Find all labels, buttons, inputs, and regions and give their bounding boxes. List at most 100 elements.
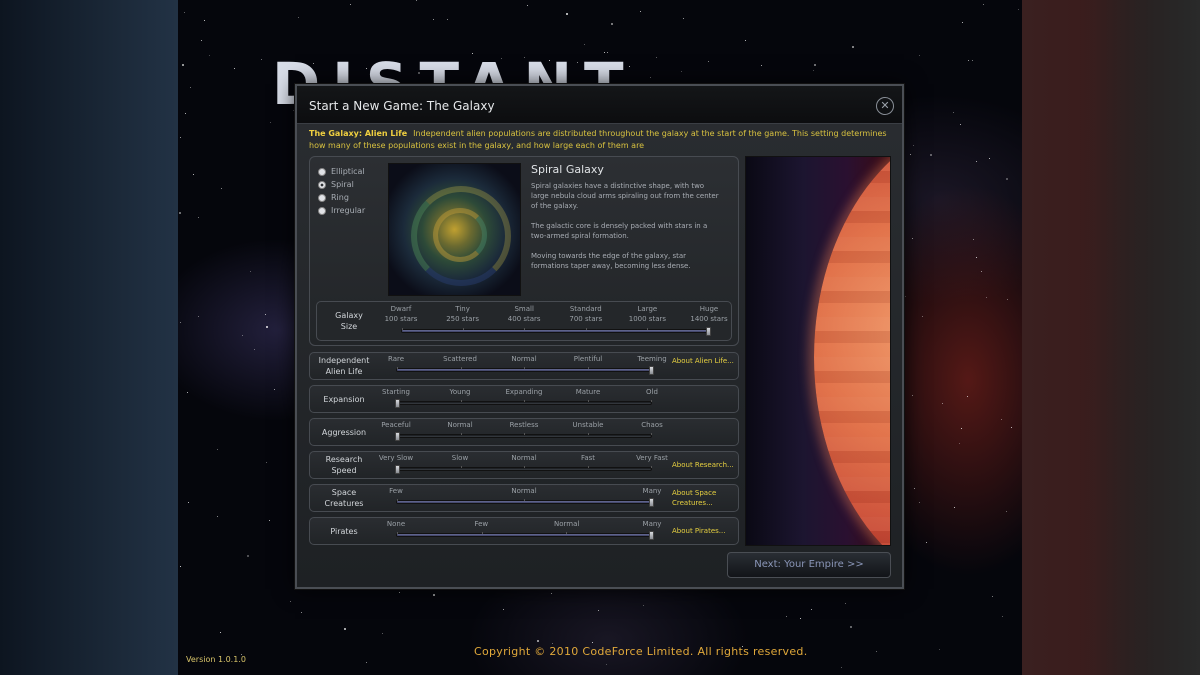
setting-option[interactable]: Normal: [430, 420, 490, 430]
star: [912, 395, 913, 396]
setting-option[interactable]: None: [366, 519, 426, 529]
setting-option[interactable]: Few: [366, 486, 426, 496]
radio-unselected-icon[interactable]: [318, 193, 326, 202]
setting-option[interactable]: Very Slow: [366, 453, 426, 463]
slider-track[interactable]: [395, 465, 652, 474]
star: [247, 555, 249, 557]
about-link[interactable]: About Alien Life...: [672, 356, 734, 366]
star: [180, 322, 181, 323]
setting-row-aggression: Aggression Peaceful Normal Restless Unstable…: [309, 418, 739, 446]
close-icon[interactable]: ✕: [876, 97, 894, 115]
galaxy-size-option[interactable]: Dwarf 100 stars: [371, 304, 431, 324]
galaxy-shape-radio-elliptical[interactable]: Elliptical: [318, 165, 365, 178]
radio-selected-icon[interactable]: [318, 180, 326, 189]
galaxy-shape-radio-ring[interactable]: Ring: [318, 191, 365, 204]
galaxy-size-option[interactable]: Standard 700 stars: [556, 304, 616, 324]
setting-row-research-speed: Research Speed Very Slow Slow Normal Fast Ver…: [309, 451, 739, 479]
slider-thumb[interactable]: [649, 498, 654, 507]
star: [841, 667, 842, 668]
setting-option[interactable]: Normal: [494, 486, 554, 496]
setting-option[interactable]: Starting: [366, 387, 426, 397]
setting-option[interactable]: Normal: [494, 453, 554, 463]
setting-option[interactable]: Restless: [494, 420, 554, 430]
setting-option[interactable]: Mature: [558, 387, 618, 397]
setting-option[interactable]: Expanding: [494, 387, 554, 397]
next-your-empire-button[interactable]: Next: Your Empire >>: [727, 552, 891, 578]
slider-thumb[interactable]: [395, 399, 400, 408]
galaxy-size-option[interactable]: Huge 1400 stars: [679, 304, 739, 324]
setting-option[interactable]: Slow: [430, 453, 490, 463]
star: [566, 13, 568, 15]
star: [814, 64, 816, 66]
slider-thumb[interactable]: [706, 327, 711, 336]
setting-option[interactable]: Old: [622, 387, 682, 397]
about-link[interactable]: About Research...: [672, 460, 734, 470]
star: [552, 643, 553, 644]
slider-track[interactable]: [396, 531, 654, 540]
star: [1006, 178, 1008, 180]
galaxy-size-option[interactable]: Tiny 250 stars: [433, 304, 493, 324]
setting-option[interactable]: Normal: [494, 354, 554, 364]
star: [606, 664, 607, 665]
galaxy-size-option[interactable]: Small 400 stars: [494, 304, 554, 324]
slider-tick: [524, 328, 526, 330]
setting-label: Independent Alien Life: [318, 356, 370, 376]
star: [217, 516, 218, 517]
slider-tick: [587, 367, 589, 369]
star: [209, 55, 210, 56]
star: [800, 618, 801, 619]
slider-thumb[interactable]: [395, 432, 400, 441]
slider-tick: [587, 433, 589, 435]
setting-option[interactable]: Unstable: [558, 420, 618, 430]
star: [939, 649, 940, 650]
setting-option[interactable]: Fast: [558, 453, 618, 463]
star: [503, 609, 504, 610]
slider-tick: [524, 433, 525, 435]
slider-thumb[interactable]: [395, 465, 400, 474]
radio-unselected-icon[interactable]: [318, 167, 326, 176]
galaxy-size-option-stars: 250 stars: [446, 315, 479, 323]
star: [592, 642, 593, 643]
star: [643, 605, 644, 606]
star: [1018, 9, 1019, 10]
star: [221, 188, 222, 189]
slider-fill: [397, 501, 651, 503]
star: [967, 396, 968, 397]
slider-thumb[interactable]: [649, 366, 654, 375]
star: [1006, 511, 1007, 512]
star: [910, 154, 911, 155]
star: [845, 603, 846, 604]
setting-option[interactable]: Scattered: [430, 354, 490, 364]
slider-track[interactable]: [396, 366, 654, 375]
setting-option[interactable]: Peaceful: [366, 420, 426, 430]
slider-track[interactable]: [396, 498, 654, 507]
setting-option[interactable]: Normal: [537, 519, 597, 529]
about-link[interactable]: About Space Creatures...: [672, 488, 734, 508]
setting-option[interactable]: Rare: [366, 354, 426, 364]
setting-option[interactable]: Young: [430, 387, 490, 397]
slider-thumb[interactable]: [649, 531, 654, 540]
galaxy-shape-radio-spiral[interactable]: Spiral: [318, 178, 365, 191]
left-backdrop: [0, 0, 178, 675]
slider-track[interactable]: [395, 399, 652, 408]
about-link[interactable]: About Pirates...: [672, 526, 734, 536]
star: [399, 592, 400, 593]
galaxy-size-option-stars: 1400 stars: [690, 315, 728, 323]
star: [786, 616, 787, 617]
slider-tick: [585, 328, 587, 330]
slider-track[interactable]: [395, 432, 652, 441]
galaxy-size-label: Galaxy Size: [335, 311, 363, 331]
setting-option[interactable]: Few: [451, 519, 511, 529]
setting-option[interactable]: Chaos: [622, 420, 682, 430]
slider-track[interactable]: [401, 327, 711, 336]
star: [266, 326, 268, 328]
star: [1002, 616, 1003, 617]
galaxy-size-option-name: Standard: [569, 305, 602, 313]
setting-row-pirates: Pirates None Few Normal Many About Pirates...: [309, 517, 739, 545]
galaxy-shape-radio-irregular[interactable]: Irregular: [318, 204, 365, 217]
galaxy-size-option[interactable]: Large 1000 stars: [617, 304, 677, 324]
setting-option[interactable]: Plentiful: [558, 354, 618, 364]
star: [611, 23, 613, 25]
radio-unselected-icon[interactable]: [318, 206, 326, 215]
star: [242, 335, 243, 336]
